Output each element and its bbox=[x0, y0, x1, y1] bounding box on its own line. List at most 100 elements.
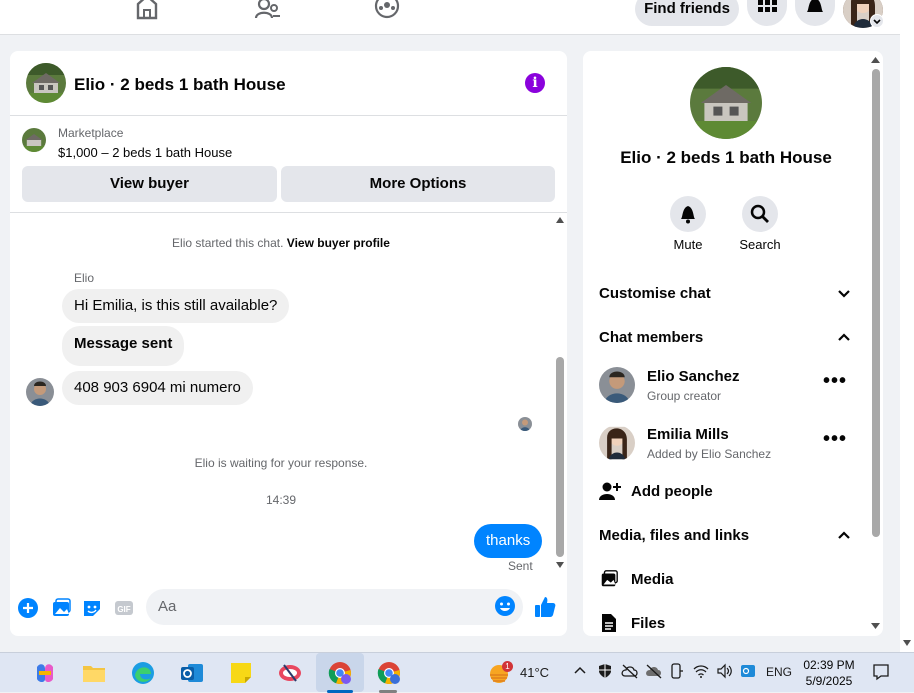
file-explorer-icon[interactable] bbox=[82, 661, 106, 685]
find-friends-button[interactable]: Find friends bbox=[635, 0, 739, 26]
volume-icon[interactable] bbox=[716, 663, 732, 682]
member-name[interactable]: Elio Sanchez bbox=[647, 368, 740, 385]
chevron-up-icon[interactable] bbox=[837, 528, 851, 542]
bell-icon bbox=[681, 206, 695, 224]
friends-icon[interactable] bbox=[254, 0, 282, 22]
copilot-icon[interactable] bbox=[33, 661, 57, 685]
listing-large-thumbnail[interactable] bbox=[690, 67, 762, 139]
chat-scrollbar[interactable] bbox=[553, 217, 567, 577]
add-person-icon[interactable] bbox=[599, 481, 621, 501]
groups-icon[interactable] bbox=[374, 0, 402, 22]
message-timestamp: 14:39 bbox=[265, 493, 297, 507]
snipping-tool-icon[interactable] bbox=[278, 661, 302, 685]
top-navigation-bar: Find friends bbox=[0, 0, 900, 35]
info-scrollbar[interactable] bbox=[868, 51, 883, 636]
like-thumb-icon[interactable] bbox=[533, 595, 556, 617]
photo-icon[interactable] bbox=[50, 597, 72, 619]
chat-title: Elio · 2 beds 1 bath House bbox=[74, 75, 286, 94]
seen-avatar bbox=[518, 417, 532, 431]
notifications-button[interactable] bbox=[795, 0, 835, 26]
chat-started-notice: Elio started this chat. View buyer profi… bbox=[10, 236, 552, 250]
wifi-icon[interactable] bbox=[693, 663, 709, 682]
chevron-up-icon[interactable] bbox=[573, 663, 587, 680]
home-icon[interactable] bbox=[134, 0, 162, 22]
page-scrollbar[interactable] bbox=[900, 0, 914, 652]
sender-avatar[interactable] bbox=[26, 378, 54, 406]
chat-header: Elio · 2 beds 1 bath House i bbox=[10, 51, 567, 116]
info-icon[interactable]: i bbox=[525, 73, 545, 93]
search-button[interactable] bbox=[742, 196, 778, 232]
chat-started-text: Elio started this chat. bbox=[172, 236, 284, 250]
emoji-icon[interactable] bbox=[494, 595, 516, 617]
message-input[interactable]: Aa bbox=[146, 589, 523, 625]
media-files-links-section[interactable]: Media, files and links bbox=[599, 527, 749, 544]
listing-small-thumbnail bbox=[22, 128, 46, 152]
menu-grid-button[interactable] bbox=[747, 0, 787, 26]
notification-center-icon[interactable] bbox=[872, 663, 890, 684]
svg-text:GIF: GIF bbox=[117, 605, 130, 614]
sticker-icon[interactable] bbox=[81, 597, 103, 619]
member-name[interactable]: Emilia Mills bbox=[647, 426, 729, 443]
files-item[interactable]: Files bbox=[631, 615, 665, 632]
waiting-notice: Elio is waiting for your response. bbox=[194, 456, 368, 470]
message-bubble[interactable]: Message sent bbox=[62, 326, 185, 366]
cloud-sync-icon[interactable] bbox=[645, 663, 663, 682]
message-composer: GIF Aa bbox=[10, 587, 567, 636]
sent-status: Sent bbox=[508, 559, 533, 573]
language-indicator[interactable]: ENG bbox=[766, 665, 792, 679]
message-bubble[interactable]: Hi Emilia, is this still available? bbox=[62, 289, 290, 323]
clock-time: 02:39 PM bbox=[803, 658, 855, 672]
customise-chat-section[interactable]: Customise chat bbox=[599, 285, 711, 302]
media-item[interactable]: Media bbox=[631, 571, 674, 588]
grid-icon bbox=[758, 0, 777, 12]
sender-name: Elio bbox=[74, 271, 95, 285]
clock-date: 5/9/2025 bbox=[805, 674, 853, 688]
weather-badge: 1 bbox=[502, 661, 513, 672]
gif-icon[interactable]: GIF bbox=[113, 597, 135, 619]
sticky-notes-icon[interactable] bbox=[229, 661, 253, 685]
add-people-button[interactable]: Add people bbox=[631, 483, 713, 500]
cloud-offline-icon[interactable] bbox=[621, 663, 639, 682]
shield-icon[interactable] bbox=[597, 663, 613, 682]
info-scrollbar-thumb[interactable] bbox=[872, 69, 880, 537]
my-message-bubble[interactable]: thanks bbox=[474, 524, 543, 558]
device-icon[interactable] bbox=[670, 663, 684, 682]
outlook-icon[interactable] bbox=[180, 661, 204, 685]
member-role: Group creator bbox=[647, 389, 722, 403]
message-list: Elio started this chat. View buyer profi… bbox=[10, 213, 567, 585]
member-avatar[interactable] bbox=[599, 367, 635, 403]
plus-circle-icon[interactable] bbox=[17, 597, 39, 619]
search-icon bbox=[750, 204, 769, 223]
message-bubble[interactable]: 408 903 6904 mi numero bbox=[62, 371, 253, 405]
chevron-up-icon[interactable] bbox=[837, 330, 851, 344]
system-clock[interactable]: 02:39 PM 5/9/2025 bbox=[800, 657, 858, 689]
listing-price-title[interactable]: $1,000 – 2 beds 1 bath House bbox=[58, 145, 232, 160]
member-role: Added by Elio Sanchez bbox=[647, 447, 772, 461]
media-icon[interactable] bbox=[599, 569, 619, 589]
member-options-icon[interactable]: ••• bbox=[823, 370, 847, 393]
member-avatar[interactable] bbox=[599, 425, 635, 461]
listing-thumbnail[interactable] bbox=[26, 63, 66, 103]
member-options-icon[interactable]: ••• bbox=[823, 428, 847, 451]
chat-info-panel: Elio · 2 beds 1 bath House Mute Search C… bbox=[583, 51, 883, 636]
more-options-button[interactable]: More Options bbox=[281, 166, 555, 202]
chrome-profile-icon[interactable] bbox=[377, 661, 401, 685]
chat-scrollbar-thumb[interactable] bbox=[556, 357, 564, 557]
view-buyer-button[interactable]: View buyer bbox=[22, 166, 277, 202]
marketplace-label: Marketplace bbox=[58, 126, 124, 140]
chevron-down-icon[interactable] bbox=[837, 287, 851, 301]
chat-panel: Elio · 2 beds 1 bath House i Marketplace… bbox=[10, 51, 567, 636]
mute-button[interactable] bbox=[670, 196, 706, 232]
marketplace-listing-row: Marketplace $1,000 – 2 beds 1 bath House… bbox=[10, 117, 567, 213]
info-title: Elio · 2 beds 1 bath House bbox=[620, 148, 832, 167]
mute-label: Mute bbox=[673, 237, 703, 252]
view-buyer-profile-link[interactable]: View buyer profile bbox=[287, 236, 390, 250]
chat-members-section[interactable]: Chat members bbox=[599, 329, 703, 346]
search-label: Search bbox=[739, 237, 781, 252]
temperature[interactable]: 41°C bbox=[520, 665, 549, 680]
outlook-tray-icon[interactable] bbox=[740, 663, 756, 682]
chrome-icon[interactable] bbox=[328, 661, 352, 685]
file-icon[interactable] bbox=[599, 613, 619, 633]
edge-icon[interactable] bbox=[131, 661, 155, 685]
account-chevron-icon[interactable] bbox=[870, 14, 884, 28]
